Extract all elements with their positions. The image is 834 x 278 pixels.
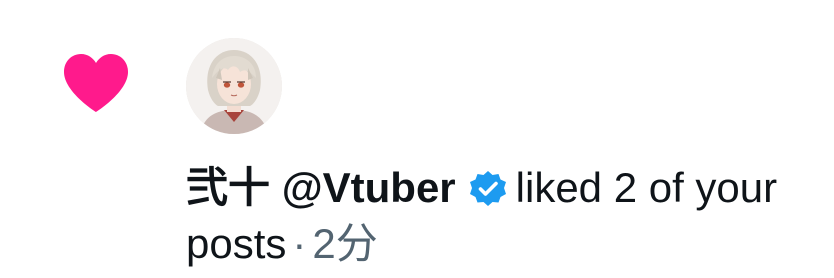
like-notification[interactable]: 弐十 @Vtuber liked 2 of your posts · 2分 xyxy=(0,0,834,278)
separator-dot: · xyxy=(292,220,307,267)
heart-icon xyxy=(62,52,130,114)
action-text-line1: liked 2 of your xyxy=(515,164,778,211)
notification-line-1: 弐十 @Vtuber liked 2 of your xyxy=(186,160,826,216)
avatar[interactable] xyxy=(186,38,282,134)
timestamp[interactable]: 2分 xyxy=(312,220,377,267)
user-display-name[interactable]: 弐十 xyxy=(186,164,270,211)
notification-line-2: posts · 2分 xyxy=(186,216,826,272)
notification-text: 弐十 @Vtuber liked 2 of your posts · 2分 xyxy=(186,160,826,272)
user-handle[interactable]: @Vtuber xyxy=(282,164,456,211)
verified-badge-icon xyxy=(468,167,508,207)
action-text-line2: posts xyxy=(186,220,287,267)
